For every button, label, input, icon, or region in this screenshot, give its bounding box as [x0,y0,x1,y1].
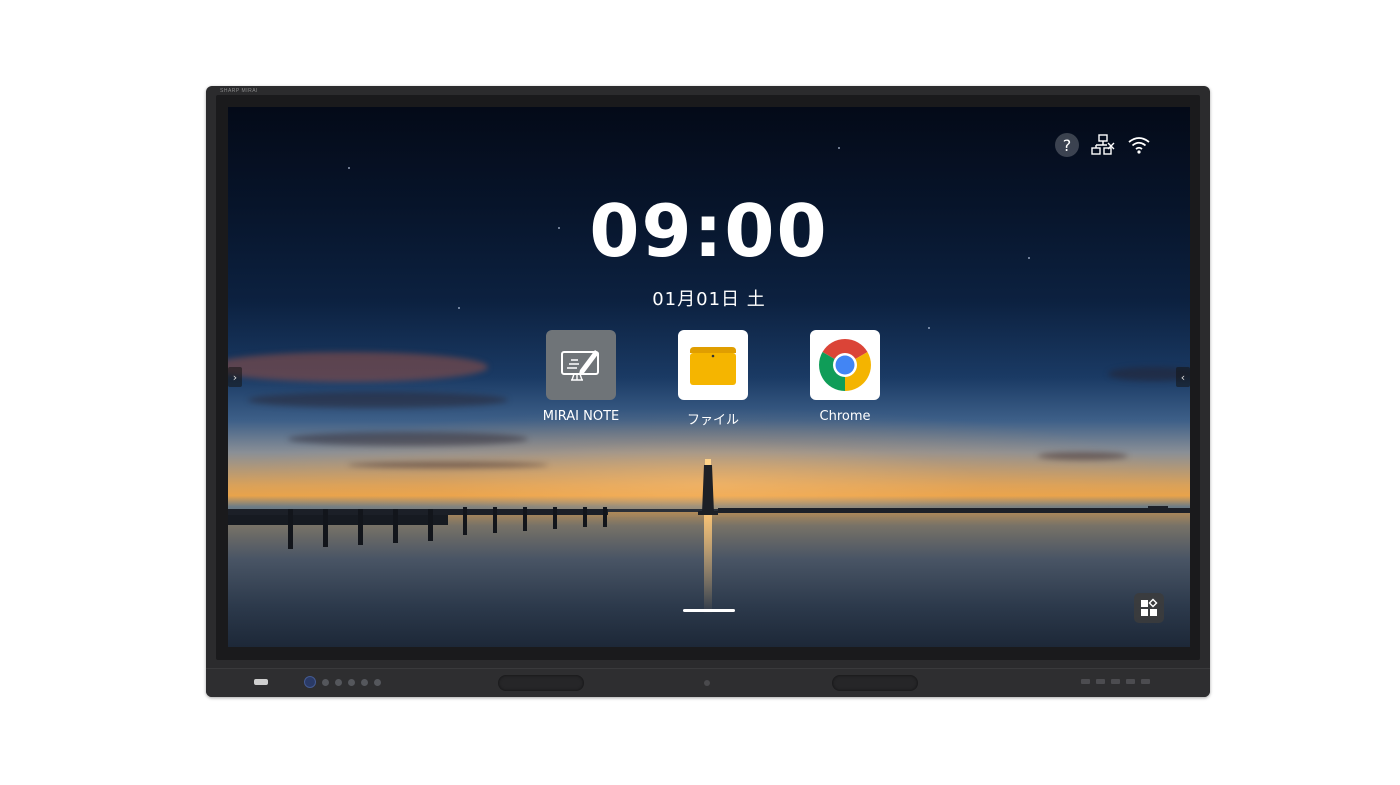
mirai-note-tile[interactable] [546,330,616,400]
network-status-icon[interactable] [1090,132,1116,158]
star [348,167,350,169]
pier-silhouette [228,507,608,549]
ir-sensor [254,679,268,685]
ethernet-disconnected-icon [1091,134,1115,155]
widgets-button[interactable] [1134,593,1164,623]
front-buttons [304,676,381,688]
front-button[interactable] [348,678,355,686]
app-files[interactable]: ファイル [668,330,758,428]
widgets-icon [1141,598,1158,616]
display-bezel: SHARP MIRAI ? 09:00 01月01日 土 MIRAI NOTE … [206,86,1210,697]
chrome-icon [819,339,871,391]
front-button[interactable] [322,678,329,686]
lighthouse-reflection [704,515,712,615]
speaker-grille-left [498,675,584,691]
port[interactable] [1126,679,1135,684]
front-button[interactable] [374,678,381,686]
star [928,327,930,329]
front-sensor [704,680,710,686]
cloud [248,392,508,408]
left-edge-menu-arrow[interactable]: › [228,367,242,387]
wifi-button[interactable] [1126,132,1152,158]
cloud [228,352,488,382]
app-shortcuts: MIRAI NOTE ファイル Chrome [528,330,890,430]
front-button[interactable] [335,678,342,686]
speaker-grille-right [832,675,918,691]
wifi-icon [1128,137,1150,154]
date: 01月01日 土 [652,289,766,310]
port[interactable] [1096,679,1105,684]
whiteboard-pen-icon [561,350,599,381]
app-label: Chrome [819,409,871,424]
clock: 09:00 [589,189,829,273]
home-screen: ? 09:00 01月01日 土 MIRAI NOTE ファイル Chrome … [228,107,1190,647]
app-label: MIRAI NOTE [542,409,620,424]
cloud [1038,452,1128,460]
app-chrome[interactable]: Chrome [800,330,890,424]
help-button[interactable]: ? [1054,132,1080,158]
folder-icon [690,347,736,385]
power-button[interactable] [304,676,316,688]
help-icon: ? [1055,133,1079,157]
app-mirai-note[interactable]: MIRAI NOTE [536,330,626,424]
front-control-panel [206,668,1210,697]
page-indicator [683,609,735,612]
brand-logo: SHARP MIRAI [220,88,258,94]
front-ports [1081,679,1150,684]
files-tile[interactable] [678,330,748,400]
status-bar: ? [1054,132,1152,158]
breakwater [718,506,1190,513]
chrome-tile[interactable] [810,330,880,400]
port[interactable] [1141,679,1150,684]
lighthouse-silhouette [698,459,718,515]
right-edge-menu-arrow[interactable]: ‹ [1176,367,1190,387]
cloud [288,432,528,446]
app-label: ファイル [686,413,739,428]
port[interactable] [1111,679,1120,684]
front-button[interactable] [361,678,368,686]
port[interactable] [1081,679,1090,684]
cloud [348,462,548,468]
star [838,147,840,149]
